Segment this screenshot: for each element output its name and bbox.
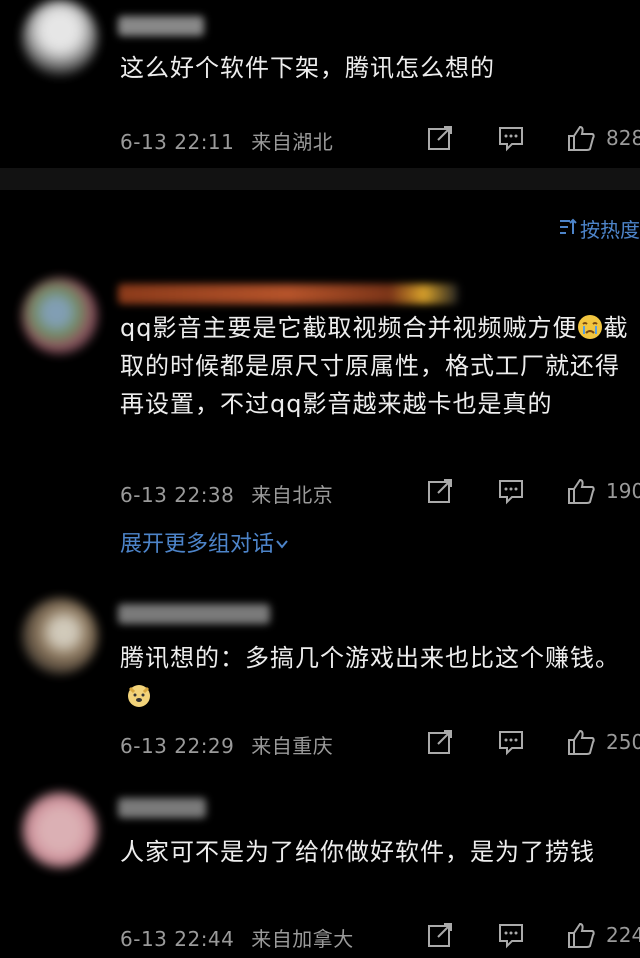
- share-icon[interactable]: [426, 728, 454, 756]
- username-blurred[interactable]: [118, 16, 204, 36]
- avatar[interactable]: [22, 792, 98, 868]
- expand-label: 展开更多组对话: [120, 532, 275, 557]
- like-icon[interactable]: [566, 921, 595, 949]
- comment-text-part: 腾讯想的：多搞几个游戏出来也比这个赚钱。: [120, 644, 620, 672]
- like-count: 828: [606, 126, 640, 150]
- comment-text: 这么好个软件下架，腾讯怎么想的: [120, 54, 495, 82]
- avatar[interactable]: [22, 598, 98, 674]
- sort-icon: [558, 217, 580, 242]
- username-blurred[interactable]: [118, 798, 206, 818]
- crying-face-emoji: [577, 313, 603, 339]
- like-icon[interactable]: [566, 477, 595, 505]
- share-icon[interactable]: [426, 921, 454, 949]
- like-icon[interactable]: [566, 728, 595, 756]
- comment-text: qq影音主要是它截取视频合并视频贼方便 截取的时候都是原尺寸原属性，格式工厂就还得…: [120, 309, 630, 423]
- reply-icon[interactable]: [497, 477, 525, 505]
- section-divider: [0, 168, 640, 190]
- comment-actions: 224: [0, 921, 640, 951]
- like-icon[interactable]: [566, 124, 595, 152]
- reply-icon[interactable]: [497, 728, 525, 756]
- sort-toggle[interactable]: 按热度: [558, 214, 640, 243]
- like-count: 190: [606, 479, 640, 503]
- avatar[interactable]: [22, 0, 98, 76]
- chevron-down-icon: [274, 532, 292, 557]
- comment-actions: 828: [0, 124, 640, 154]
- username-blurred[interactable]: [118, 604, 270, 624]
- comment-actions: 250: [0, 728, 640, 758]
- comment-text-part: qq影音主要是它截取视频合并视频贼方便: [120, 314, 578, 342]
- share-icon[interactable]: [426, 477, 454, 505]
- like-count: 250: [606, 730, 640, 754]
- comment-actions: 190: [0, 477, 640, 507]
- share-icon[interactable]: [426, 124, 454, 152]
- sort-label: 按热度: [580, 218, 640, 242]
- username-blurred[interactable]: [118, 284, 458, 304]
- reply-icon[interactable]: [497, 921, 525, 949]
- like-count: 224: [606, 923, 640, 947]
- doge-emoji: [126, 681, 152, 707]
- comment-text: 腾讯想的：多搞几个游戏出来也比这个赚钱。: [120, 639, 630, 715]
- reply-icon[interactable]: [497, 124, 525, 152]
- comment-text: 人家可不是为了给你做好软件，是为了捞钱: [120, 838, 595, 866]
- avatar[interactable]: [22, 278, 98, 354]
- expand-more-conversations[interactable]: 展开更多组对话: [120, 526, 292, 558]
